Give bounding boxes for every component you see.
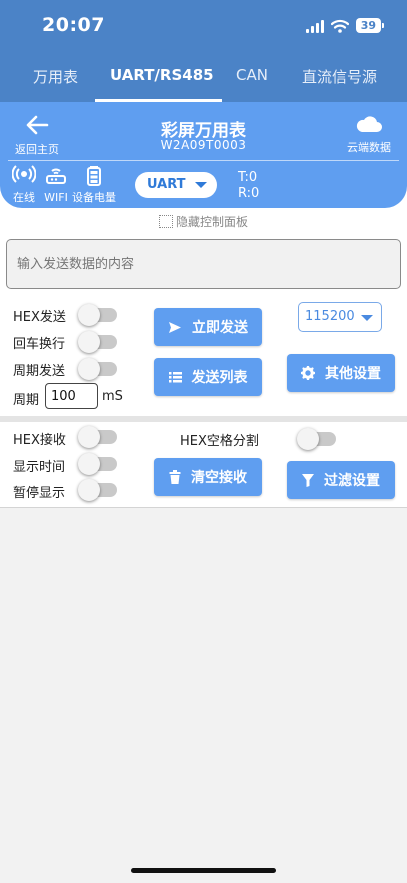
filter-settings-label: 过滤设置	[324, 473, 380, 489]
wifi-status: WIFI	[44, 164, 68, 205]
pause-display-label: 暂停显示	[13, 486, 66, 501]
section-divider	[0, 416, 407, 422]
tab-multimeter[interactable]: 万用表	[33, 66, 78, 87]
status-bar: 20:07 39	[0, 0, 407, 54]
period-unit: mS	[102, 389, 123, 404]
tab-uart-rs485[interactable]: UART/RS485	[110, 66, 214, 84]
send-now-button[interactable]: 立即发送	[154, 308, 262, 346]
filter-settings-button[interactable]: 过滤设置	[287, 461, 395, 499]
device-battery-status: 设备电量	[72, 164, 116, 205]
receive-data-area[interactable]	[0, 507, 407, 883]
device-battery-icon	[87, 166, 101, 186]
show-time-toggle[interactable]	[78, 453, 117, 475]
pause-display-toggle[interactable]	[78, 479, 117, 501]
periodic-send-toggle[interactable]	[78, 358, 117, 380]
send-data-input[interactable]	[6, 239, 401, 289]
cloud-data-button[interactable]: 云端数据	[341, 114, 397, 155]
status-icons: 39	[305, 18, 385, 33]
grid-icon	[158, 215, 173, 228]
gear-icon	[301, 366, 315, 380]
online-status: 在线	[12, 164, 36, 205]
crlf-label: 回车换行	[13, 337, 66, 352]
online-icon	[12, 165, 36, 183]
cloud-data-label: 云端数据	[347, 141, 391, 154]
clear-receive-button[interactable]: 清空接收	[154, 458, 262, 496]
hide-control-panel-label: 隐藏控制面板	[175, 215, 248, 229]
tab-bar: 万用表 UART/RS485 CAN 直流信号源	[0, 54, 407, 102]
baud-rate-select[interactable]: 115200	[298, 302, 382, 332]
device-header: 返回主页 彩屏万用表 W2A09T0003 云端数据 在线 WIFI 设备电量 …	[0, 102, 407, 208]
tx-count: T:0	[238, 170, 258, 185]
mode-select[interactable]: UART	[135, 172, 217, 198]
hex-space-split-label: HEX空格分割	[180, 434, 259, 449]
chevron-down-icon	[195, 182, 207, 188]
router-icon	[46, 168, 66, 184]
hex-send-label: HEX发送	[13, 310, 66, 325]
home-indicator[interactable]	[131, 868, 276, 873]
rx-count: R:0	[238, 186, 260, 201]
chevron-down-icon	[361, 315, 373, 321]
cellular-signal-icon	[305, 19, 324, 33]
wifi-icon	[330, 19, 349, 33]
send-list-button[interactable]: 发送列表	[154, 358, 262, 396]
periodic-send-label: 周期发送	[13, 364, 66, 379]
hex-space-split-toggle[interactable]	[297, 428, 336, 450]
device-battery-label: 设备电量	[72, 191, 116, 204]
send-now-label: 立即发送	[192, 320, 248, 336]
period-label: 周期	[13, 393, 40, 408]
status-time: 20:07	[42, 14, 105, 36]
header-divider	[8, 160, 399, 161]
tab-dc-signal-source[interactable]: 直流信号源	[302, 66, 377, 87]
other-settings-label: 其他设置	[325, 366, 381, 382]
send-list-label: 发送列表	[191, 370, 248, 386]
online-label: 在线	[13, 191, 35, 204]
clear-receive-label: 清空接收	[191, 470, 247, 486]
cloud-icon	[356, 116, 382, 132]
clear-icon	[169, 470, 181, 484]
crlf-toggle[interactable]	[78, 331, 117, 353]
wifi-label: WIFI	[44, 191, 68, 204]
hex-receive-toggle[interactable]	[78, 426, 117, 448]
send-icon	[169, 321, 181, 333]
mode-select-value: UART	[147, 177, 186, 192]
battery-icon: 39	[355, 18, 385, 33]
other-settings-button[interactable]: 其他设置	[287, 354, 395, 392]
hide-control-panel-button[interactable]: 隐藏控制面板	[0, 213, 407, 230]
tab-can[interactable]: CAN	[236, 66, 268, 84]
list-icon	[168, 372, 182, 383]
filter-icon	[302, 473, 314, 487]
hex-send-toggle[interactable]	[78, 304, 117, 326]
show-time-label: 显示时间	[13, 460, 66, 475]
baud-rate-value: 115200	[305, 309, 355, 324]
hex-receive-label: HEX接收	[13, 433, 66, 448]
period-input[interactable]	[45, 383, 98, 409]
